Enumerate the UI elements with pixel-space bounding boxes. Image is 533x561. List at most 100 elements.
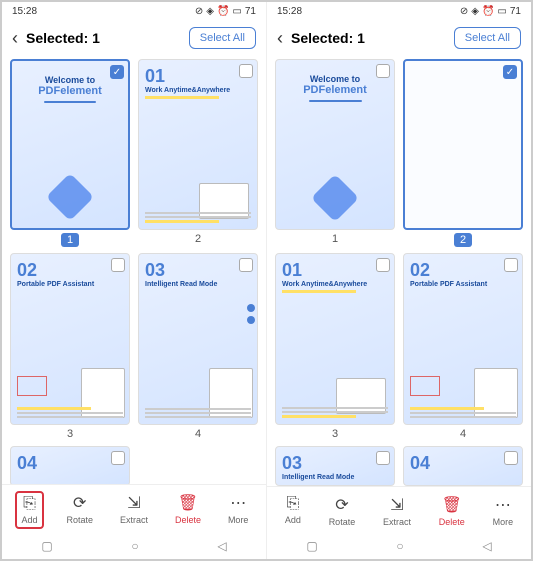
checkbox-icon[interactable] (239, 258, 253, 272)
header-title: Selected: 1 (291, 30, 365, 46)
rotate-icon: ⟳ (73, 493, 86, 513)
back-icon[interactable]: ‹ (277, 28, 283, 49)
page-thumb[interactable]: 02 Portable PDF Assistant (403, 253, 523, 424)
select-all-button[interactable]: Select All (189, 27, 256, 49)
checkbox-icon[interactable] (111, 451, 125, 465)
screenshot-container: 15:28 ⊘ ◈ ⏰ ▭ 71 ‹ Selected: 1 Select Al… (0, 0, 533, 561)
page-thumb[interactable]: 01 Work Anytime&Anywhere (138, 59, 258, 230)
select-all-button[interactable]: Select All (454, 27, 521, 49)
bubble-icon (247, 316, 255, 324)
cube-icon (311, 174, 359, 222)
nav-recent-icon[interactable]: ▢ (306, 539, 317, 553)
red-box (17, 376, 47, 396)
checkbox-icon[interactable] (376, 64, 390, 78)
nav-home-icon[interactable]: ○ (396, 539, 403, 553)
tool-label: More (228, 515, 249, 525)
thumb-num: 03 (145, 260, 251, 281)
page-thumb-cover[interactable]: Welcome to PDFelement (275, 59, 395, 230)
add-page-icon: ⎘ (23, 495, 36, 513)
tool-label: Extract (120, 515, 148, 525)
text-line (145, 412, 251, 414)
delete-button[interactable]: 🗑 Delete (435, 493, 469, 529)
page-number: 3 (332, 428, 338, 440)
page-thumb[interactable]: 04 (10, 446, 130, 484)
page-item[interactable]: 02 Portable PDF Assistant 4 (403, 253, 523, 439)
battery-pct: 71 (510, 6, 521, 17)
extract-button[interactable]: ⇲ Extract (379, 493, 415, 529)
page-number: 1 (332, 233, 338, 245)
page-item[interactable]: 02 Portable PDF Assistant 3 (10, 253, 130, 439)
highlight-line (17, 407, 91, 410)
more-button[interactable]: ⋯ More (224, 491, 253, 529)
text-line (410, 416, 516, 418)
trash-icon: 🗑 (178, 493, 198, 513)
nav-back-icon[interactable]: ◁ (482, 539, 491, 553)
status-time: 15:28 (12, 6, 37, 17)
back-icon[interactable]: ‹ (12, 28, 18, 49)
page-number: 3 (67, 428, 73, 440)
header-title: Selected: 1 (26, 30, 100, 46)
page-thumb[interactable]: 04 (403, 446, 523, 486)
thumb-bar (44, 101, 96, 103)
page-thumb[interactable]: 01 Work Anytime&Anywhere (275, 253, 395, 424)
checkbox-icon[interactable]: ✓ (110, 65, 124, 79)
page-thumb-blank[interactable]: ✓ (403, 59, 523, 230)
rotate-button[interactable]: ⟳ Rotate (325, 493, 360, 529)
thumb-subtitle: Portable PDF Assistant (410, 281, 516, 288)
checkbox-icon[interactable] (376, 451, 390, 465)
page-item[interactable]: 03 Intelligent Read Mode (275, 446, 395, 486)
battery-icon: ▭ (497, 6, 506, 17)
text-line (145, 416, 251, 418)
highlight-line (145, 96, 219, 99)
checkbox-icon[interactable] (239, 64, 253, 78)
checkbox-icon[interactable] (504, 258, 518, 272)
more-icon: ⋯ (230, 493, 246, 513)
page-item[interactable]: ✓ Welcome to PDFelement 1 (10, 59, 130, 247)
add-button[interactable]: ⎘ Add (281, 493, 305, 529)
page-number: 2 (454, 233, 472, 247)
more-button[interactable]: ⋯ More (489, 493, 518, 529)
page-thumb[interactable]: 02 Portable PDF Assistant (10, 253, 130, 424)
page-item[interactable]: 04 (403, 446, 523, 486)
thumb-num: 04 (17, 453, 123, 474)
page-item[interactable]: Welcome to PDFelement 1 (275, 59, 395, 247)
thumb-num: 01 (145, 66, 251, 87)
add-button[interactable]: ⎘ Add (15, 491, 43, 529)
page-item[interactable]: ✓ 2 (403, 59, 523, 247)
thumb-subtitle: Work Anytime&Anywhere (145, 87, 251, 94)
page-thumb-cover[interactable]: ✓ Welcome to PDFelement (10, 59, 130, 230)
thumb-subtitle: Intelligent Read Mode (282, 474, 388, 481)
extract-button[interactable]: ⇲ Extract (116, 491, 152, 529)
page-item[interactable]: 03 Intelligent Read Mode 4 (138, 253, 258, 439)
cube-icon (46, 173, 94, 221)
checkbox-icon[interactable]: ✓ (503, 65, 517, 79)
thumb-num: 03 (282, 453, 388, 474)
nav-back-icon[interactable]: ◁ (217, 539, 226, 553)
thumb-welcome-text: Welcome to (18, 75, 122, 85)
nav-home-icon[interactable]: ○ (131, 539, 138, 553)
status-bar: 15:28 ⊘ ◈ ⏰ ▭ 71 (267, 2, 531, 21)
nav-recent-icon[interactable]: ▢ (41, 539, 52, 553)
highlight-line (282, 290, 356, 293)
page-item[interactable]: 01 Work Anytime&Anywhere 3 (275, 253, 395, 439)
checkbox-icon[interactable] (504, 451, 518, 465)
trash-icon: 🗑 (442, 495, 462, 515)
page-item[interactable]: 01 Work Anytime&Anywhere 2 (138, 59, 258, 247)
extract-icon: ⇲ (127, 493, 140, 513)
text-line (145, 212, 251, 214)
checkbox-icon[interactable] (111, 258, 125, 272)
page-thumb[interactable]: 03 Intelligent Read Mode (138, 253, 258, 424)
page-item[interactable]: 04 (10, 446, 130, 484)
add-page-icon: ⎘ (286, 495, 299, 513)
nav-bar: ▢ ○ ◁ (267, 535, 531, 559)
thumb-subtitle: Portable PDF Assistant (17, 281, 123, 288)
rotate-button[interactable]: ⟳ Rotate (62, 491, 97, 529)
delete-button[interactable]: 🗑 Delete (171, 491, 205, 529)
vibrate-icon: ◈ (206, 6, 214, 17)
checkbox-icon[interactable] (376, 258, 390, 272)
page-thumb[interactable]: 03 Intelligent Read Mode (275, 446, 395, 486)
highlight-line (282, 415, 356, 418)
tool-label: Rotate (66, 515, 93, 525)
status-icons: ⊘ ◈ ⏰ ▭ 71 (460, 6, 521, 17)
page-number: 1 (61, 233, 79, 247)
